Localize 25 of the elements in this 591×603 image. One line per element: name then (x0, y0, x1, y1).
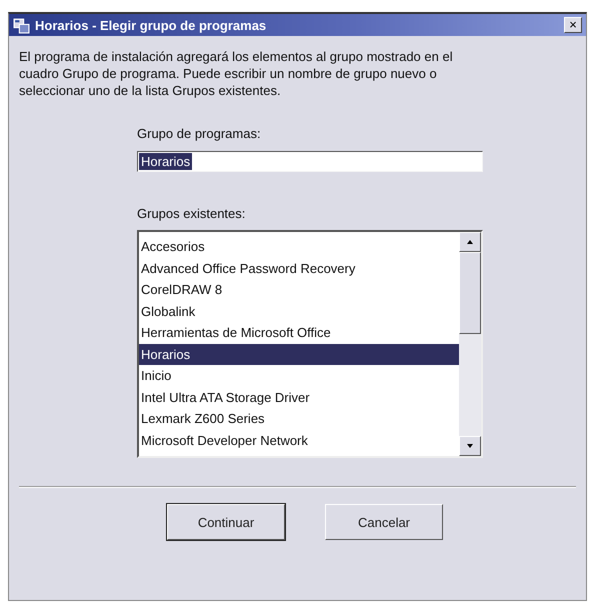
down-arrow-icon (466, 442, 474, 450)
input-field[interactable]: Horarios (137, 151, 483, 172)
list-item[interactable]: Herramientas de Microsoft Office (139, 322, 459, 344)
scroll-bar[interactable] (459, 232, 481, 456)
dialog-button[interactable]: Continuar (167, 504, 285, 540)
field-label: Grupo de programas: (137, 126, 262, 143)
list-item[interactable]: Horarios (139, 344, 459, 365)
list-item[interactable]: Microsoft Developer Network (139, 430, 459, 451)
window-title: Horarios - Elegir grupo de programas (35, 18, 268, 32)
list-item[interactable]: Globalink (139, 300, 459, 322)
list-item[interactable]: Lexmark Z600 Series (139, 408, 459, 430)
list-label: Grupos existentes: (137, 206, 246, 223)
list-item[interactable]: Advanced Office Password Recovery (139, 258, 459, 279)
scroll-down-button[interactable] (459, 436, 481, 456)
list-item[interactable]: Intel Ultra ATA Storage Driver (139, 386, 459, 408)
list-item[interactable]: Accesorios (139, 236, 459, 258)
scroll-up-button[interactable] (459, 232, 481, 252)
description-text: El programa de instalación agregará los elementos al grupo mostrado en el cuadro Grupo de programa. Puede escribir un nombre de grupo nuevo o seleccionar uno de la lista Grupos existentes. (19, 48, 454, 99)
list-item[interactable]: Inicio (139, 365, 459, 386)
list-item[interactable]: CorelDRAW 8 (139, 279, 459, 300)
dialog-button[interactable]: Cancelar (325, 504, 443, 540)
close-button[interactable]: × (564, 17, 582, 33)
scroll-thumb[interactable] (459, 252, 481, 334)
app-icon (13, 16, 30, 34)
up-arrow-icon (466, 238, 474, 246)
